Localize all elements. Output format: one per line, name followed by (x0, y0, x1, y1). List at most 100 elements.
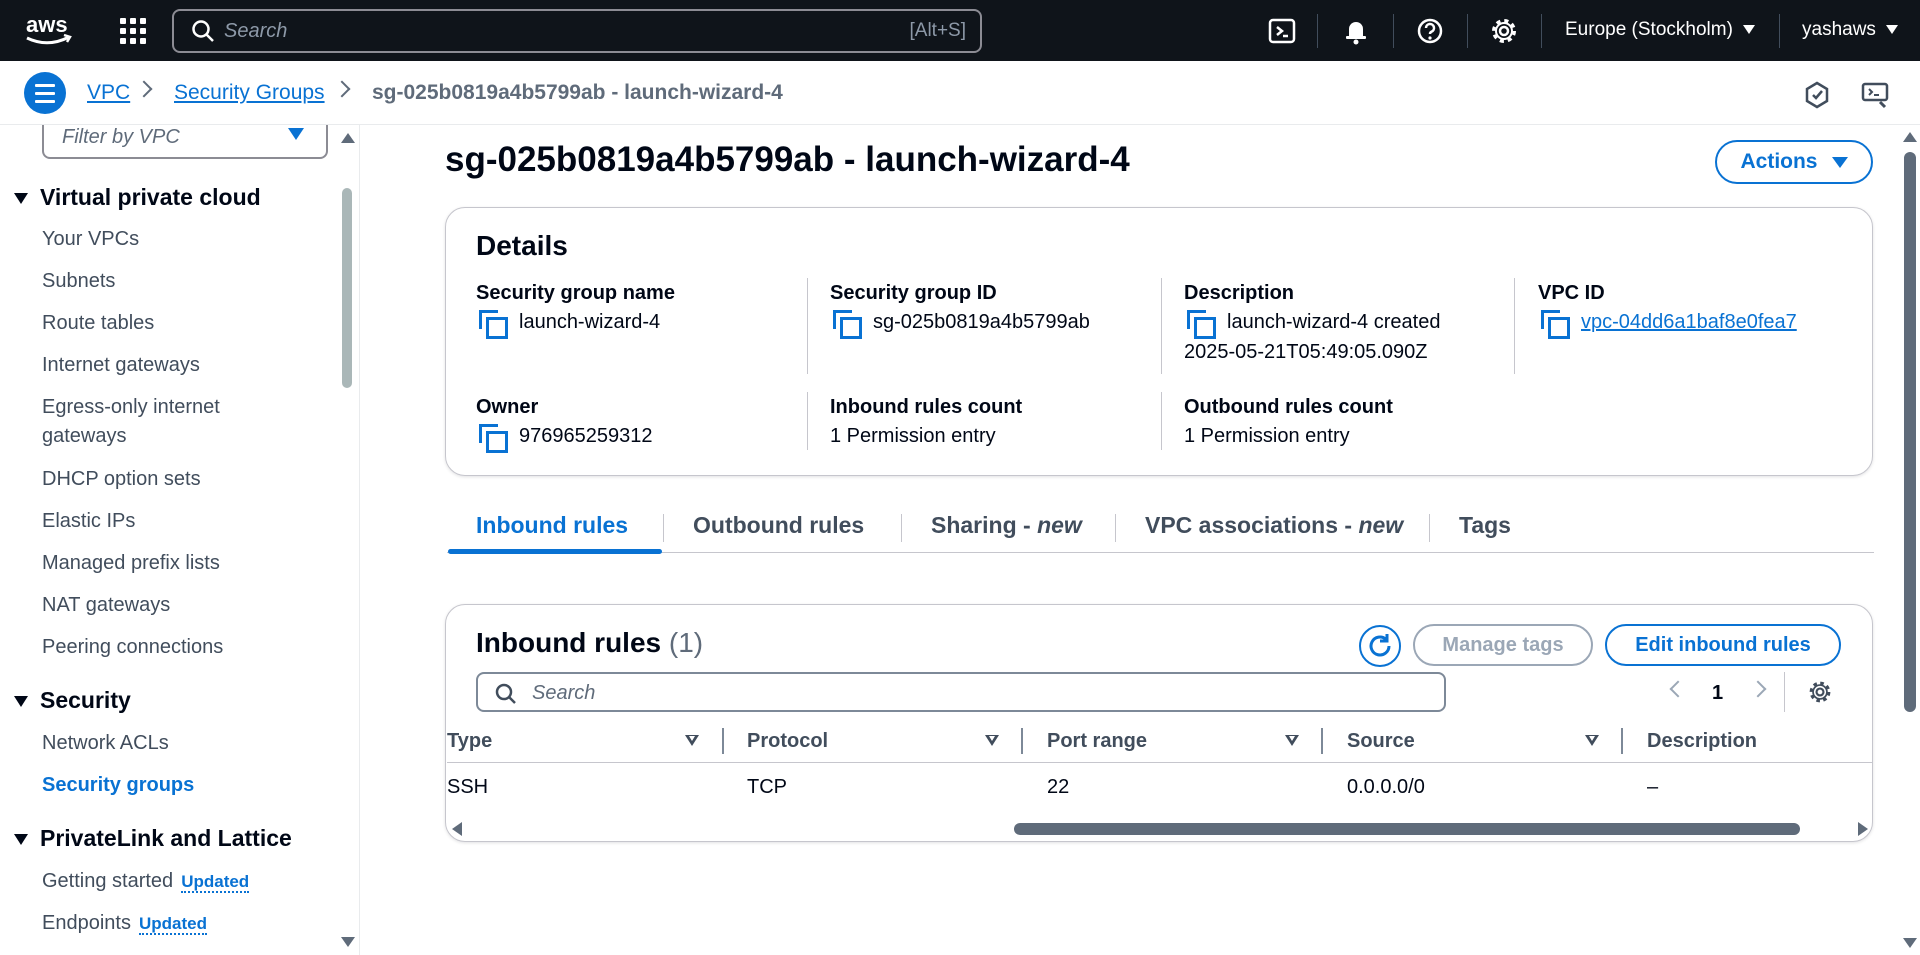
filter-caret-icon[interactable] (1285, 735, 1299, 746)
filter-by-vpc-select[interactable]: Filter by VPC (42, 125, 328, 159)
nav-section-security[interactable]: Security (14, 687, 131, 714)
vpc-id-link[interactable]: vpc-04dd6a1baf8e0fea7 (1581, 311, 1797, 333)
cloud-settings-icon[interactable] (1802, 80, 1832, 110)
scroll-down-arrow-icon[interactable] (1903, 938, 1917, 948)
breadcrumb-current: sg-025b0819a4b5799ab - launch-wizard-4 (372, 81, 783, 104)
sidebar-item-dhcp-option-sets[interactable]: DHCP option sets (42, 465, 201, 494)
sidebar-item-security-groups[interactable]: Security groups (42, 771, 194, 800)
sidebar-item-your-vpcs[interactable]: Your VPCs (42, 225, 139, 254)
nav-section-privatelink-and-lattice[interactable]: PrivateLink and Lattice (14, 825, 292, 852)
column-header-port-range[interactable]: Port range (1047, 730, 1147, 753)
current-page-number[interactable]: 1 (1712, 682, 1723, 705)
tab-outbound-rules[interactable]: Outbound rules (693, 512, 864, 539)
cell-type: SSH (447, 776, 489, 798)
sg-name-value: launch-wizard-4 (479, 307, 661, 339)
updated-badge: Updated (181, 872, 250, 893)
sidebar-scrollbar[interactable] (342, 188, 352, 388)
caret-down-icon (14, 834, 28, 846)
account-name: yashaws (1802, 19, 1876, 40)
section-title: Virtual private cloud (40, 184, 261, 210)
tab-label: VPC associations - (1145, 512, 1359, 538)
scroll-up-arrow-icon[interactable] (341, 133, 355, 143)
side-menu-toggle-button[interactable] (24, 72, 66, 114)
table-preferences-gear-icon[interactable] (1807, 679, 1833, 705)
copy-icon[interactable] (1541, 309, 1570, 339)
cell-port-range: 22 (1047, 776, 1070, 798)
breadcrumb-chevron-icon (135, 80, 153, 98)
scroll-up-arrow-icon[interactable] (1903, 132, 1917, 142)
owner-label: Owner (476, 396, 539, 418)
cloudshell-icon[interactable] (1267, 16, 1297, 46)
sidebar-item-peering-connections[interactable]: Peering connections (42, 633, 223, 662)
outbound-rules-count-value: 1 Permission entry (1184, 425, 1350, 447)
tab-vpc-associations[interactable]: VPC associations - new (1145, 512, 1403, 539)
breadcrumb-chevron-icon (333, 80, 351, 98)
global-search-input[interactable]: Search [Alt+S] (172, 9, 982, 53)
sidebar-item-internet-gateways[interactable]: Internet gateways (42, 351, 200, 380)
main-vertical-scrollbar[interactable] (1904, 152, 1916, 712)
sidebar-item-endpoints[interactable]: Endpoints Updated (42, 909, 207, 938)
edit-inbound-rules-button[interactable]: Edit inbound rules (1605, 624, 1841, 666)
column-header-type[interactable]: Type (447, 730, 492, 753)
tab-inbound-rules[interactable]: Inbound rules (476, 512, 628, 539)
owner-value: 976965259312 (479, 421, 652, 453)
description-value: launch-wizard-4 created 2025-05-21T05:49:… (1184, 307, 1467, 367)
column-header-protocol[interactable]: Protocol (747, 730, 828, 753)
sidebar-item-elastic-ips[interactable]: Elastic IPs (42, 507, 135, 536)
description-label: Description (1184, 282, 1295, 304)
actions-button[interactable]: Actions (1715, 140, 1873, 184)
help-icon[interactable] (1415, 16, 1445, 46)
description-text-line2: 2025-05-21T05:49:05.090Z (1184, 341, 1428, 363)
details-title: Details (476, 230, 568, 261)
manage-tags-button[interactable]: Manage tags (1413, 624, 1593, 666)
feedback-screen-icon[interactable] (1860, 80, 1890, 110)
column-header-source[interactable]: Source (1347, 730, 1415, 753)
copy-icon[interactable] (479, 423, 508, 453)
tab-tags[interactable]: Tags (1459, 512, 1511, 539)
nav-section-virtual-private-cloud[interactable]: Virtual private cloud (14, 184, 261, 211)
notifications-bell-icon[interactable] (1341, 16, 1371, 46)
inbound-rules-title: Inbound rules (1) (476, 627, 703, 659)
chevron-down-icon (1885, 25, 1898, 35)
caret-down-icon (14, 193, 28, 205)
sidebar-item-egress-only-internet-gateways[interactable]: Egress-only internet gateways (42, 393, 272, 451)
services-grid-icon[interactable] (120, 18, 146, 44)
tab-sharing[interactable]: Sharing - new (931, 512, 1082, 539)
sg-id-value: sg-025b0819a4b5799ab (833, 307, 1090, 339)
aws-logo[interactable]: aws (24, 12, 74, 48)
cell-description: – (1647, 776, 1659, 798)
sidebar-item-nat-gateways[interactable]: NAT gateways (42, 591, 170, 620)
filter-caret-icon[interactable] (1585, 735, 1599, 746)
region-selector[interactable]: Europe (Stockholm) (1565, 19, 1755, 41)
copy-icon[interactable] (479, 309, 508, 339)
sidebar-item-subnets[interactable]: Subnets (42, 267, 115, 296)
filter-caret-icon[interactable] (985, 735, 999, 746)
search-icon (192, 20, 214, 42)
tab-label: Sharing - (931, 512, 1038, 538)
scroll-left-arrow-icon[interactable] (452, 822, 462, 836)
sidebar-item-getting-started[interactable]: Getting started Updated (42, 867, 250, 896)
scroll-right-arrow-icon[interactable] (1858, 822, 1868, 836)
sg-name-text: launch-wizard-4 (519, 311, 661, 333)
caret-down-icon (1831, 156, 1848, 168)
sidebar-item-route-tables[interactable]: Route tables (42, 309, 154, 338)
copy-icon[interactable] (1187, 309, 1216, 339)
filter-caret-icon[interactable] (685, 735, 699, 746)
breadcrumb-vpc[interactable]: VPC (87, 81, 130, 105)
breadcrumb-bar: VPC Security Groups sg-025b0819a4b5799ab… (0, 61, 1920, 125)
actions-label: Actions (1740, 150, 1818, 173)
account-menu[interactable]: yashaws (1802, 19, 1898, 41)
refresh-button[interactable] (1359, 625, 1401, 667)
sidebar-item-label: Getting started (42, 870, 174, 892)
breadcrumb-security-groups[interactable]: Security Groups (174, 81, 325, 105)
sidebar-item-managed-prefix-lists[interactable]: Managed prefix lists (42, 549, 220, 578)
settings-gear-icon[interactable] (1489, 16, 1519, 46)
caret-down-icon (14, 696, 28, 708)
copy-icon[interactable] (833, 309, 862, 339)
table-horizontal-scrollbar[interactable] (1014, 823, 1800, 835)
column-header-description[interactable]: Description (1647, 730, 1757, 753)
sidebar-item-network-acls[interactable]: Network ACLs (42, 729, 169, 758)
sg-id-text: sg-025b0819a4b5799ab (873, 311, 1090, 333)
inbound-rules-search-input[interactable]: Search (476, 672, 1446, 712)
scroll-down-arrow-icon[interactable] (341, 937, 355, 947)
